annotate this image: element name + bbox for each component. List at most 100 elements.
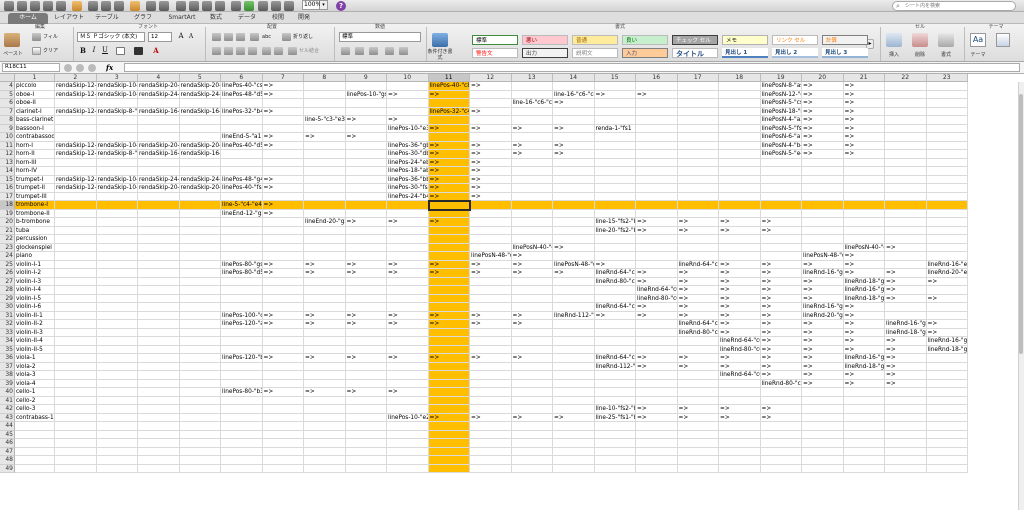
table-cell[interactable]: => — [760, 328, 802, 337]
row-header[interactable]: 47 — [0, 447, 15, 456]
table-cell[interactable]: => — [428, 354, 470, 363]
table-cell[interactable]: => — [262, 175, 304, 184]
table-cell[interactable]: => — [387, 218, 429, 227]
table-cell[interactable] — [677, 456, 719, 465]
table-cell[interactable] — [304, 184, 346, 193]
table-cell[interactable] — [885, 456, 927, 465]
table-cell[interactable] — [470, 388, 512, 397]
table-cell[interactable] — [55, 133, 97, 142]
table-cell[interactable] — [387, 439, 429, 448]
table-cell[interactable]: => — [802, 345, 844, 354]
table-cell[interactable] — [885, 396, 927, 405]
table-cell[interactable]: => — [428, 175, 470, 184]
table-cell[interactable] — [428, 303, 470, 312]
table-cell[interactable] — [96, 201, 138, 210]
table-cell[interactable] — [594, 396, 636, 405]
table-cell[interactable]: line-15-"fs2-"b — [594, 218, 636, 227]
table-cell[interactable]: => — [262, 320, 304, 329]
table-cell[interactable]: rendaSkip-12- — [55, 141, 97, 150]
table-cell[interactable] — [262, 158, 304, 167]
table-cell[interactable]: => — [470, 167, 512, 176]
table-cell[interactable] — [262, 456, 304, 465]
table-cell[interactable] — [428, 277, 470, 286]
table-cell[interactable] — [594, 345, 636, 354]
table-cell[interactable] — [345, 396, 387, 405]
table-cell[interactable] — [55, 371, 97, 380]
table-cell[interactable] — [387, 345, 429, 354]
table-cell[interactable] — [677, 82, 719, 91]
table-cell[interactable]: tuba — [15, 226, 55, 235]
table-cell[interactable] — [719, 167, 761, 176]
row-header[interactable]: 37 — [0, 362, 15, 371]
table-cell[interactable] — [594, 439, 636, 448]
table-cell[interactable] — [96, 209, 138, 218]
table-cell[interactable]: rendaSkip-12- — [55, 150, 97, 159]
table-cell[interactable] — [926, 286, 968, 295]
table-cell[interactable]: => — [843, 379, 885, 388]
column-header[interactable]: 10 — [387, 74, 429, 82]
table-cell[interactable]: => — [760, 311, 802, 320]
table-cell[interactable] — [138, 371, 180, 380]
table-cell[interactable] — [221, 124, 263, 133]
table-cell[interactable]: linePos-80-"gs — [221, 260, 263, 269]
table-cell[interactable] — [594, 175, 636, 184]
cell-style-12[interactable]: タイトル — [672, 48, 718, 58]
table-cell[interactable] — [138, 354, 180, 363]
table-cell[interactable]: piccolo — [15, 82, 55, 91]
fill-icon[interactable] — [32, 33, 41, 41]
table-cell[interactable] — [719, 396, 761, 405]
table-cell[interactable]: => — [843, 150, 885, 159]
table-cell[interactable]: => — [719, 354, 761, 363]
table-cell[interactable] — [304, 379, 346, 388]
table-cell[interactable]: => — [802, 150, 844, 159]
filter-icon[interactable] — [215, 1, 225, 11]
table-cell[interactable] — [262, 328, 304, 337]
table-cell[interactable]: violin-II-3 — [15, 328, 55, 337]
table-cell[interactable] — [138, 235, 180, 244]
undo-icon[interactable] — [146, 1, 156, 11]
table-cell[interactable] — [387, 456, 429, 465]
row-header[interactable]: 10 — [0, 133, 15, 142]
table-cell[interactable] — [470, 209, 512, 218]
table-cell[interactable] — [885, 218, 927, 227]
table-cell[interactable] — [55, 218, 97, 227]
table-cell[interactable] — [677, 158, 719, 167]
table-cell[interactable] — [262, 464, 304, 473]
insert-label[interactable]: 挿入 — [882, 52, 906, 58]
table-cell[interactable]: => — [511, 150, 553, 159]
table-cell[interactable]: => — [636, 277, 678, 286]
print-icon[interactable] — [56, 1, 66, 11]
table-cell[interactable]: bassoon-I — [15, 124, 55, 133]
table-cell[interactable]: => — [511, 354, 553, 363]
table-cell[interactable]: => — [636, 311, 678, 320]
row-header[interactable]: 23 — [0, 243, 15, 252]
table-cell[interactable]: => — [802, 141, 844, 150]
table-cell[interactable] — [304, 252, 346, 261]
tab-chart[interactable]: グラフ — [126, 13, 160, 24]
table-cell[interactable]: lineRnd-18-"g5 — [885, 328, 927, 337]
table-cell[interactable]: => — [843, 337, 885, 346]
table-cell[interactable] — [138, 286, 180, 295]
table-cell[interactable]: => — [262, 201, 304, 210]
table-cell[interactable] — [55, 277, 97, 286]
table-cell[interactable] — [55, 430, 97, 439]
table-cell[interactable] — [511, 303, 553, 312]
table-cell[interactable] — [719, 464, 761, 473]
table-cell[interactable] — [345, 252, 387, 261]
delete-label[interactable]: 削除 — [908, 52, 932, 58]
row-header[interactable]: 18 — [0, 201, 15, 210]
table-cell[interactable]: trumpet-I — [15, 175, 55, 184]
table-cell[interactable]: => — [760, 294, 802, 303]
table-cell[interactable] — [802, 456, 844, 465]
table-cell[interactable] — [221, 286, 263, 295]
table-cell[interactable] — [885, 99, 927, 108]
table-cell[interactable]: => — [760, 362, 802, 371]
table-cell[interactable] — [719, 99, 761, 108]
table-cell[interactable] — [262, 371, 304, 380]
table-cell[interactable]: => — [802, 337, 844, 346]
table-cell[interactable] — [55, 286, 97, 295]
table-cell[interactable] — [594, 286, 636, 295]
table-cell[interactable] — [511, 396, 553, 405]
column-header[interactable]: 21 — [843, 74, 885, 82]
table-cell[interactable] — [345, 184, 387, 193]
